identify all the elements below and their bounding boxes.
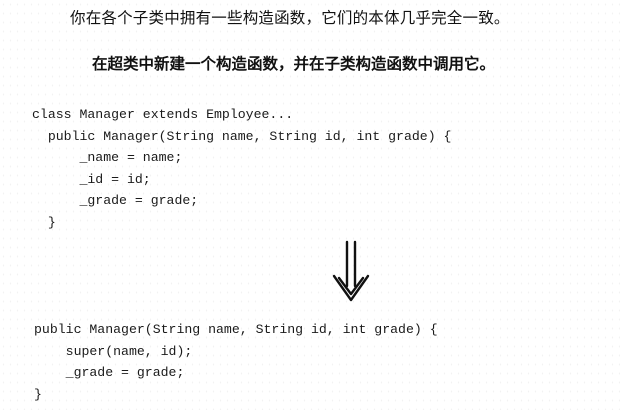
code-line: _grade = grade; [32, 193, 199, 208]
code-line: } [32, 214, 56, 230]
intro-paragraph: 你在各个子类中拥有一些构造函数，它们的本体几乎完全一致。 [70, 9, 510, 27]
code-line: } [34, 386, 42, 402]
code-line: _id = id; [32, 171, 151, 187]
code-line: _grade = grade; [34, 365, 185, 380]
code-line: _name = name; [32, 150, 183, 165]
double-down-arrow-icon [332, 240, 370, 302]
code-before: class Manager extends Employee... public… [32, 104, 451, 233]
code-line: public Manager(String name, String id, i… [34, 322, 438, 337]
document-page: 你在各个子类中拥有一些构造函数，它们的本体几乎完全一致。 在超类中新建一个构造函… [0, 0, 620, 410]
code-line: public Manager(String name, String id, i… [32, 128, 452, 144]
code-line: super(name, id); [34, 343, 193, 359]
code-line: class Manager extends Employee... [32, 107, 294, 122]
code-after: public Manager(String name, String id, i… [34, 319, 438, 405]
refactoring-rule: 在超类中新建一个构造函数，并在子类构造函数中调用它。 [92, 55, 496, 73]
